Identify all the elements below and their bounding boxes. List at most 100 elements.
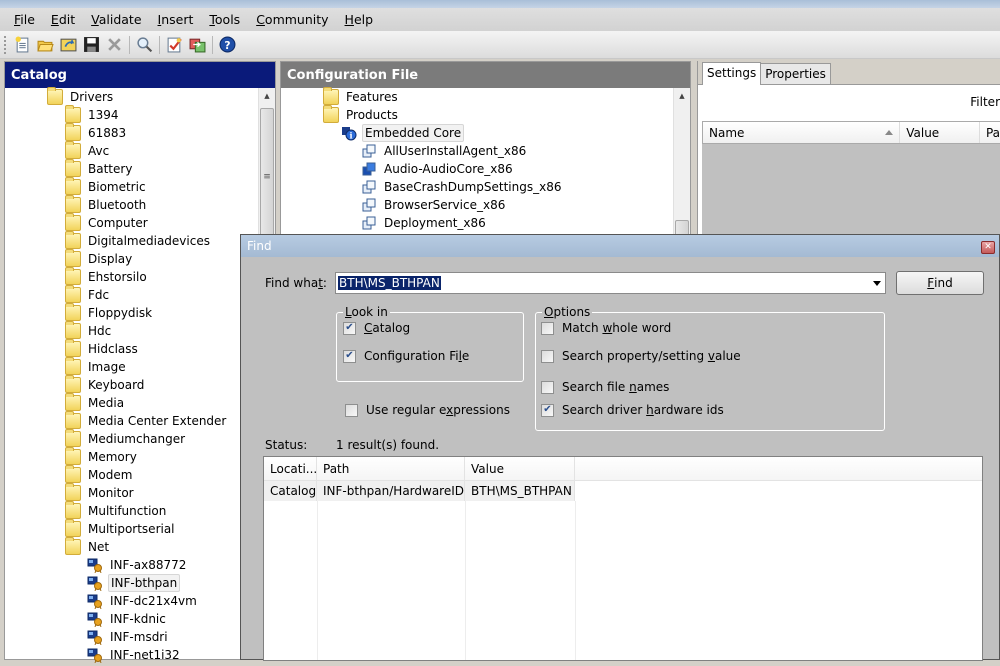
tree-item-folder[interactable]: Modem xyxy=(5,465,275,484)
tree-item-folder[interactable]: Hdc xyxy=(5,321,275,340)
tree-item-folder[interactable]: Fdc xyxy=(5,285,275,304)
tree-item-folder[interactable]: Bluetooth xyxy=(5,195,275,214)
settings-grid-body xyxy=(702,144,1000,236)
match-whole-word-checkbox[interactable]: Match whole word xyxy=(541,321,671,335)
tree-item-folder[interactable]: Display xyxy=(5,249,275,268)
tree-item-folder[interactable]: Image xyxy=(5,357,275,376)
dialog-close-button[interactable]: ✕ xyxy=(981,241,995,254)
search-property-value-checkbox[interactable]: Search property/setting value xyxy=(541,349,741,363)
tree-item-folder[interactable]: Avc xyxy=(5,141,275,160)
configuration-file-checkbox[interactable]: ✔ Configuration File xyxy=(343,349,469,363)
tree-item-folder[interactable]: Multiportserial xyxy=(5,519,275,538)
find-what-label: Find what: xyxy=(265,276,327,290)
find-what-combobox[interactable]: BTH\MS_BTHPAN xyxy=(335,272,886,294)
tree-item-package[interactable]: BrowserService_x86 xyxy=(281,196,690,214)
tree-item-driver[interactable]: INF-ax88772 xyxy=(5,556,275,574)
dropdown-arrow-icon[interactable] xyxy=(873,281,881,286)
folder-icon xyxy=(65,483,81,501)
catalog-checkbox[interactable]: ✔ Catalog xyxy=(343,321,410,335)
tree-item-folder[interactable]: Net xyxy=(5,537,275,556)
column-value[interactable]: Value xyxy=(900,122,980,143)
results-list: Locati... Path Value Catalog INF-bthpan/… xyxy=(263,456,983,661)
tree-item-package[interactable]: Deployment_x86 xyxy=(281,214,690,232)
tree-item-package[interactable]: AllUserInstallAgent_x86 xyxy=(281,142,690,160)
scroll-up-arrow[interactable]: ▲ xyxy=(259,88,275,104)
checkbox-checked[interactable]: ✔ xyxy=(541,403,554,417)
folder-icon xyxy=(65,465,81,483)
menu-validate[interactable]: Validate xyxy=(83,12,149,27)
tree-item-folder[interactable]: Memory xyxy=(5,447,275,466)
tree-item-package[interactable]: BaseCrashDumpSettings_x86 xyxy=(281,178,690,196)
tree-item-driver[interactable]: INF-dc21x4vm xyxy=(5,592,275,610)
tab-settings[interactable]: Settings xyxy=(702,62,762,85)
column-value[interactable]: Value xyxy=(465,457,575,480)
result-row[interactable]: Catalog INF-bthpan/HardwareIDs BTH\MS_BT… xyxy=(264,481,575,501)
export-button[interactable] xyxy=(186,34,209,56)
tree-item-folder[interactable]: Battery xyxy=(5,159,275,178)
folder-icon xyxy=(65,123,81,141)
checkbox-unchecked[interactable] xyxy=(541,321,554,335)
tree-item-folder[interactable]: Floppydisk xyxy=(5,303,275,322)
tree-item-driver[interactable]: INF-net1i32 xyxy=(5,646,275,664)
use-regex-checkbox[interactable]: Use regular expressions xyxy=(345,403,510,417)
checkbox-unchecked[interactable] xyxy=(541,349,554,363)
validate-button[interactable] xyxy=(163,34,186,56)
tree-item-features[interactable]: Features xyxy=(281,87,690,106)
tree-item-folder[interactable]: 1394 xyxy=(5,105,275,124)
toolbar-grip[interactable] xyxy=(4,35,7,54)
tree-item-folder[interactable]: Media xyxy=(5,393,275,412)
tree-item-package[interactable]: Audio-AudioCore_x86 xyxy=(281,160,690,178)
tree-item-folder[interactable]: Multifunction xyxy=(5,501,275,520)
menu-tools[interactable]: Tools xyxy=(201,12,248,27)
tree-item-folder[interactable]: 61883 xyxy=(5,123,275,142)
folder-icon xyxy=(65,285,81,303)
tree-item-folder[interactable]: Ehstorsilo xyxy=(5,267,275,286)
tree-item-folder[interactable]: Hidclass xyxy=(5,339,275,358)
save-button[interactable] xyxy=(80,34,103,56)
find-button-toolbar[interactable] xyxy=(133,34,156,56)
help-button[interactable]: ? xyxy=(216,34,239,56)
tree-item-folder[interactable]: Mediumchanger xyxy=(5,429,275,448)
tree-item-folder[interactable]: Media Center Extender xyxy=(5,411,275,430)
checkbox-unchecked[interactable] xyxy=(541,380,554,394)
tree-item-driver[interactable]: INF-kdnic xyxy=(5,610,275,628)
package-icon xyxy=(361,161,377,177)
folder-icon xyxy=(47,87,63,105)
tree-item-folder[interactable]: Computer xyxy=(5,213,275,232)
tree-item-drivers[interactable]: Drivers xyxy=(5,87,275,106)
column-path[interactable]: Pa xyxy=(980,126,1000,140)
tree-item-folder[interactable]: Monitor xyxy=(5,483,275,502)
checkbox-checked[interactable]: ✔ xyxy=(343,349,356,363)
search-driver-hardware-ids-checkbox[interactable]: ✔ Search driver hardware ids xyxy=(541,403,724,417)
tree-item-folder[interactable]: Biometric xyxy=(5,177,275,196)
menu-edit[interactable]: Edit xyxy=(43,12,83,27)
open-button[interactable] xyxy=(34,34,57,56)
close-file-button[interactable] xyxy=(103,34,126,56)
column-name[interactable]: Name xyxy=(703,122,901,143)
tree-item-driver[interactable]: INF-bthpan xyxy=(5,574,275,592)
scroll-thumb[interactable]: ≡ xyxy=(260,108,274,246)
filter-label: Filter xyxy=(970,95,1000,109)
tree-item-folder[interactable]: Digitalmediadevices xyxy=(5,231,275,250)
menu-help[interactable]: Help xyxy=(337,12,382,27)
search-file-names-checkbox[interactable]: Search file names xyxy=(541,380,669,394)
checkbox-unchecked[interactable] xyxy=(345,403,358,417)
open-distribution-button[interactable] xyxy=(57,34,80,56)
tree-item-driver[interactable]: INF-msdri xyxy=(5,628,275,646)
new-button[interactable] xyxy=(11,34,34,56)
folder-icon xyxy=(323,87,339,105)
column-path[interactable]: Path xyxy=(317,457,465,480)
tree-item-products[interactable]: Products xyxy=(281,105,690,124)
tree-item-folder[interactable]: Keyboard xyxy=(5,375,275,394)
tab-properties[interactable]: Properties xyxy=(760,63,831,84)
scroll-up-arrow[interactable]: ▲ xyxy=(674,88,690,104)
find-button[interactable]: Find xyxy=(896,271,984,295)
config-scrollbar[interactable]: ▲ xyxy=(673,88,690,240)
menu-insert[interactable]: Insert xyxy=(150,12,202,27)
folder-icon xyxy=(65,159,81,177)
menu-community[interactable]: Community xyxy=(248,12,336,27)
menu-file[interactable]: File xyxy=(6,12,43,27)
column-location[interactable]: Locati... xyxy=(264,457,317,480)
checkbox-checked[interactable]: ✔ xyxy=(343,321,356,335)
tree-item-embedded-core[interactable]: i Embedded Core xyxy=(281,124,690,142)
